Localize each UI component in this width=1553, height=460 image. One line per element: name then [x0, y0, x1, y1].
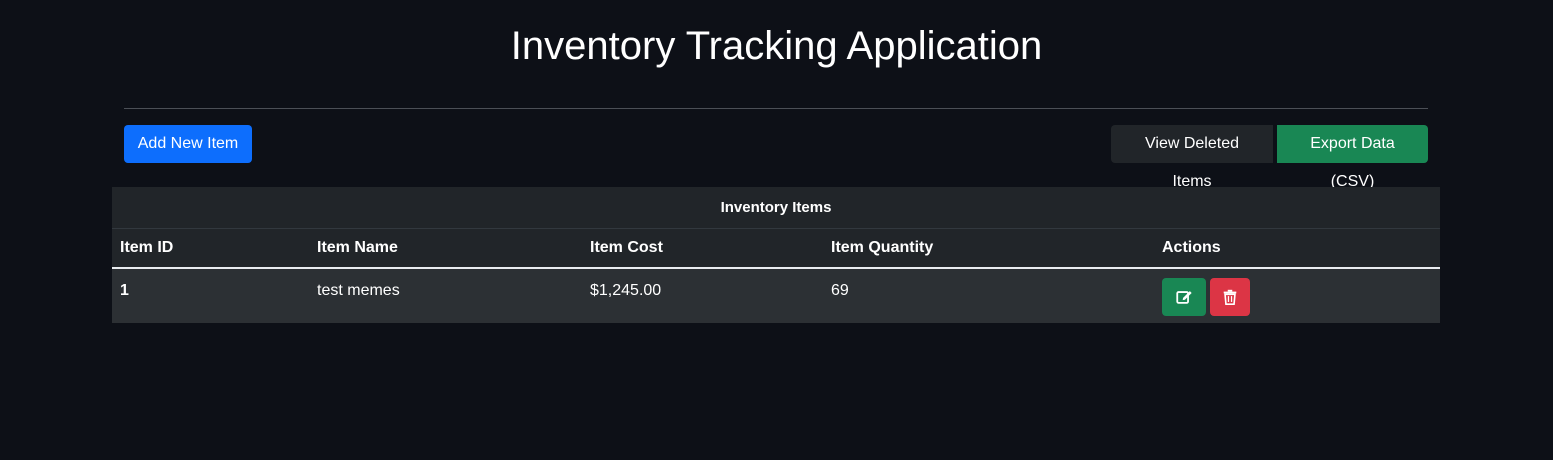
row-actions — [1162, 278, 1432, 316]
cell-actions — [1154, 268, 1440, 323]
delete-item-button[interactable] — [1210, 278, 1250, 316]
cell-item-id: 1 — [120, 282, 129, 299]
export-csv-button[interactable]: Export Data (CSV) — [1277, 125, 1428, 190]
cell-item-name: test memes — [317, 282, 400, 299]
cell-item-quantity: 69 — [831, 282, 849, 299]
column-header-item-id: Item ID — [120, 238, 174, 256]
view-deleted-items-button[interactable]: View Deleted Items — [1111, 125, 1273, 190]
add-new-item-button[interactable]: Add New Item — [124, 125, 252, 163]
header-divider — [124, 108, 1428, 109]
column-header-item-name: Item Name — [317, 238, 398, 256]
table-caption-row: Inventory Items — [112, 187, 1440, 228]
table-header-row: Item ID Item Name Item Cost Item Quantit… — [112, 228, 1440, 268]
trash-icon — [1223, 289, 1237, 306]
page-title: Inventory Tracking Application — [510, 24, 1043, 68]
inventory-table: Inventory Items Item ID Item Name Item C… — [112, 187, 1440, 323]
table-row: 1 test memes $1,245.00 69 — [112, 268, 1440, 323]
edit-icon — [1176, 291, 1192, 304]
edit-item-button[interactable] — [1162, 278, 1206, 316]
table-caption: Inventory Items — [720, 198, 832, 216]
column-header-item-quantity: Item Quantity — [831, 238, 934, 256]
column-header-item-cost: Item Cost — [590, 238, 663, 256]
cell-item-cost: $1,245.00 — [590, 282, 662, 299]
column-header-actions: Actions — [1162, 238, 1221, 256]
